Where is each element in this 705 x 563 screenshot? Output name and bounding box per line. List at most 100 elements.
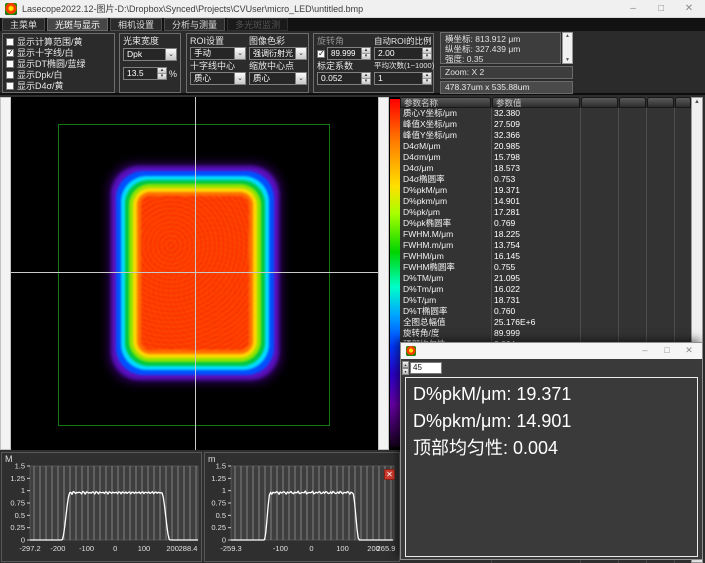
svg-text:1: 1 (222, 486, 226, 495)
scroll-up-icon[interactable]: ▲ (692, 98, 702, 106)
spinner-buttons[interactable]: ▴▾ (422, 48, 431, 59)
close-button[interactable]: ✕ (678, 343, 700, 359)
table-row[interactable]: FWHM.m/μm13.754 (400, 240, 691, 251)
table-row[interactable]: D%TM/μm21.095 (400, 273, 691, 284)
calibration-label: 标定系数 (317, 60, 371, 72)
cursor-intensity-value: 0.35 (467, 54, 484, 64)
roi-mode-label: ROI设置 (190, 35, 246, 47)
image-color-select[interactable]: 强调衍射光 ⌄ (249, 47, 307, 60)
checkbox-icon[interactable] (6, 38, 14, 46)
table-row[interactable]: D%pk/μm17.281 (400, 207, 691, 218)
maximize-button[interactable]: □ (647, 0, 675, 18)
rotation-angle-checkbox[interactable] (317, 50, 325, 58)
beam-image-canvas[interactable] (11, 97, 378, 450)
zoom-center-select[interactable]: 质心 ⌄ (249, 72, 307, 85)
image-scrollbar-left[interactable] (0, 97, 11, 450)
tab-bar: 主菜单光斑与显示相机设置分析与测量多光斑监测 (0, 18, 705, 31)
beam-width-title: 光束宽度 (123, 35, 177, 47)
table-row[interactable]: D4σ/μm18.573 (400, 163, 691, 174)
table-row[interactable]: D4σm/μm15.798 (400, 152, 691, 163)
average-count-input[interactable]: 1 ▴▾ (374, 72, 432, 85)
zoom-center-label: 缩放中心点 (249, 60, 307, 72)
svg-text:100: 100 (336, 544, 349, 553)
table-row[interactable]: 质心Y坐标/μm32.380 (400, 108, 691, 119)
tab-4[interactable]: 分析与测量 (164, 18, 225, 31)
checkbox-icon[interactable] (6, 60, 14, 68)
roi-mode-select[interactable]: 手动 ⌄ (190, 47, 246, 60)
param-name-header[interactable]: 参数名称 (400, 97, 491, 108)
tab-3[interactable]: 相机设置 (110, 18, 162, 31)
tab-1[interactable]: 主菜单 (2, 18, 45, 31)
beam-width-method-value: Dpk (124, 49, 165, 60)
scroll-up-icon[interactable]: ▲ (563, 33, 572, 39)
svg-text:0.25: 0.25 (211, 523, 226, 532)
table-row[interactable]: D%pkM/μm19.371 (400, 185, 691, 196)
cursor-intensity-label: 强度: (445, 54, 464, 64)
table-row[interactable]: D4σ椭圆率0.753 (400, 174, 691, 185)
table-row[interactable]: D%pk椭圆率0.769 (400, 218, 691, 229)
table-row[interactable]: FWHM椭圆率0.755 (400, 262, 691, 273)
close-button[interactable]: ✕ (675, 0, 703, 18)
table-row[interactable]: FWHM.M/μm18.225 (400, 229, 691, 240)
checkbox-icon[interactable] (6, 71, 14, 79)
table-row[interactable]: D%pkm/μm14.901 (400, 196, 691, 207)
param-empty-header[interactable] (647, 97, 674, 108)
crosshair-center-select[interactable]: 质心 ⌄ (190, 72, 246, 85)
profile-plot-m: m 00.250.50.7511.251.5-259.3-10001002002… (204, 452, 400, 562)
param-name-cell: FWHM椭圆率 (400, 262, 491, 273)
param-value-header[interactable]: 参数值 (492, 97, 580, 108)
chevron-down-icon[interactable]: ⌄ (295, 48, 306, 59)
tab-2[interactable]: 光斑与显示 (47, 18, 108, 31)
maximize-button[interactable]: □ (656, 343, 678, 359)
minimize-button[interactable]: – (634, 343, 656, 359)
table-row[interactable]: 旋转角/度89.999 (400, 328, 691, 339)
popup-spinner-buttons[interactable]: ▴▾ (402, 361, 409, 375)
svg-text:-259.3: -259.3 (220, 544, 241, 553)
table-row[interactable]: 峰值X坐标/μm27.509 (400, 119, 691, 130)
table-row[interactable]: 峰值Y坐标/μm32.366 (400, 130, 691, 141)
image-scrollbar-right[interactable] (378, 97, 389, 450)
chevron-down-icon[interactable]: ⌄ (295, 73, 306, 84)
image-color-label: 图像色彩 (249, 35, 307, 47)
chevron-down-icon[interactable]: ⌄ (234, 73, 245, 84)
popup-threshold-input[interactable]: 45 (410, 362, 442, 374)
scroll-down-icon[interactable]: ▼ (563, 57, 572, 63)
chevron-down-icon[interactable]: ⌄ (165, 49, 176, 60)
display-option[interactable]: 显示D4σ/黄 (6, 80, 111, 91)
auto-roi-ratio-input[interactable]: 2.00 ▴▾ (374, 47, 432, 60)
param-value-cell: 32.366 (491, 130, 586, 141)
calibration-input[interactable]: 0.052 ▴▾ (317, 72, 371, 85)
param-value-cell: 21.095 (491, 273, 586, 284)
info-scrollbar[interactable]: ▲ ▼ (562, 32, 573, 64)
beam-width-method-select[interactable]: Dpk ⌄ (123, 48, 177, 61)
table-row[interactable]: FWHM/μm16.145 (400, 251, 691, 262)
cursor-x-value: 813.912 μm (475, 34, 520, 44)
param-empty-header[interactable] (619, 97, 646, 108)
param-empty-header[interactable] (675, 97, 691, 108)
table-row[interactable]: D%T/μm18.731 (400, 295, 691, 306)
table-row[interactable]: D4σM/μm20.985 (400, 141, 691, 152)
param-empty-header[interactable] (581, 97, 618, 108)
table-row[interactable]: 全图总幅值25.176E+6 (400, 317, 691, 328)
popup-title-bar[interactable]: – □ ✕ (401, 343, 702, 359)
rotation-angle-input[interactable]: 89.999 ▴▾ (327, 47, 371, 60)
checkbox-checked-icon[interactable] (6, 49, 14, 57)
spinner-buttons[interactable]: ▴▾ (422, 73, 431, 84)
image-color-value: 强调衍射光 (250, 48, 295, 59)
roi-mode-value: 手动 (191, 48, 234, 59)
minimize-button[interactable]: – (619, 0, 647, 18)
param-name-cell: D%pkM/μm (400, 185, 491, 196)
spinner-buttons[interactable]: ▴▾ (361, 73, 370, 84)
spinner-buttons[interactable]: ▴▾ (361, 48, 370, 59)
close-icon[interactable]: ✕ (384, 469, 395, 480)
spinner-buttons[interactable]: ▴▾ (157, 68, 166, 79)
table-row[interactable]: D%Tm/μm16.022 (400, 284, 691, 295)
beam-width-percent-input[interactable]: 13.5 ▴▾ (123, 67, 167, 80)
display-options-list: 显示计算范围/黄显示十字线/白显示DT椭圆/蓝绿显示Dpk/白显示D4σ/黄 (6, 36, 111, 91)
plot-m-chart: 00.250.50.7511.251.5-259.3-1000100200265… (205, 453, 399, 561)
checkbox-icon[interactable] (6, 82, 14, 90)
param-name-cell: FWHM.m/μm (400, 240, 491, 251)
tab-5[interactable]: 多光斑监测 (227, 18, 288, 31)
chevron-down-icon[interactable]: ⌄ (234, 48, 245, 59)
table-row[interactable]: D%T椭圆率0.760 (400, 306, 691, 317)
